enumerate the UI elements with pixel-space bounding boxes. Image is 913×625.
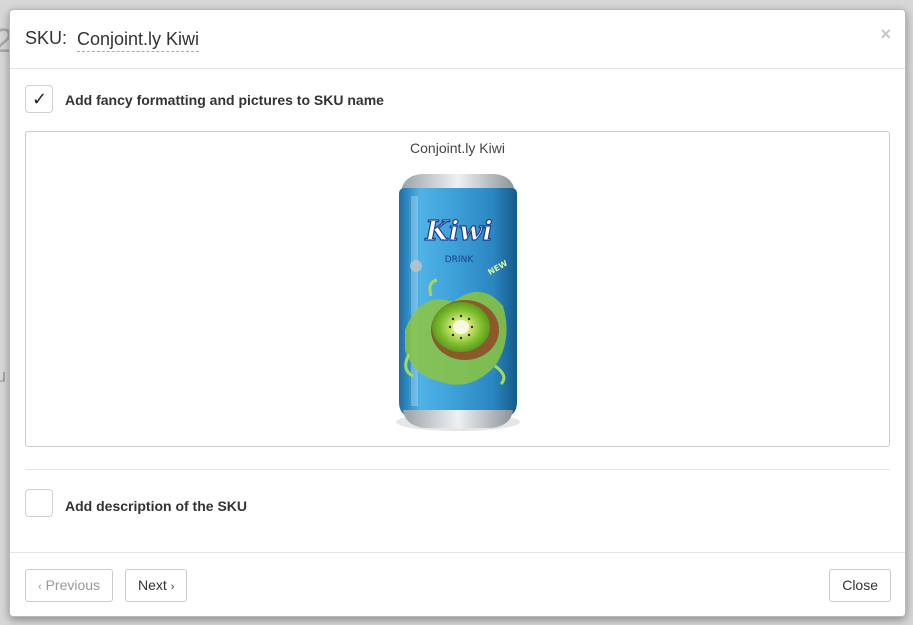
chevron-left-icon: ‹ (38, 581, 42, 593)
preview-title: Conjoint.ly Kiwi (410, 140, 505, 156)
fancy-formatting-checkbox[interactable]: ✓ (25, 85, 53, 113)
header-prefix: SKU: (25, 28, 68, 48)
close-button[interactable]: Close (829, 569, 891, 602)
background-glyph: u (0, 366, 7, 386)
can-brand-text: Kiwi (424, 216, 492, 247)
kiwi-can-picture: Kiwi DRINK NEW (391, 170, 525, 432)
next-button[interactable]: Next › (125, 569, 188, 602)
sku-modal: SKU: Conjoint.ly Kiwi × ✓ Add fancy form… (9, 9, 906, 617)
product-image: Kiwi DRINK NEW (391, 170, 525, 432)
sku-name-editable[interactable]: Conjoint.ly Kiwi (77, 28, 200, 52)
description-checkbox[interactable] (25, 489, 53, 517)
can-subtitle-text: DRINK (445, 255, 475, 265)
modal-header: SKU: Conjoint.ly Kiwi × (10, 10, 905, 69)
sku-preview-panel: Conjoint.ly Kiwi Kiwi DRINK NEW (25, 131, 890, 447)
section-divider (25, 469, 890, 470)
chevron-right-icon: › (170, 581, 175, 593)
description-label[interactable]: Add description of the SKU (65, 498, 247, 514)
fancy-formatting-label[interactable]: Add fancy formatting and pictures to SKU… (65, 92, 384, 108)
modal-footer: ‹ Previous Next › Close (10, 552, 905, 617)
previous-label: Previous (45, 577, 101, 593)
next-label: Next (138, 577, 167, 593)
checkmark-icon: ✓ (32, 89, 48, 109)
close-icon[interactable]: × (880, 24, 891, 44)
previous-button[interactable]: ‹ Previous (25, 569, 114, 602)
